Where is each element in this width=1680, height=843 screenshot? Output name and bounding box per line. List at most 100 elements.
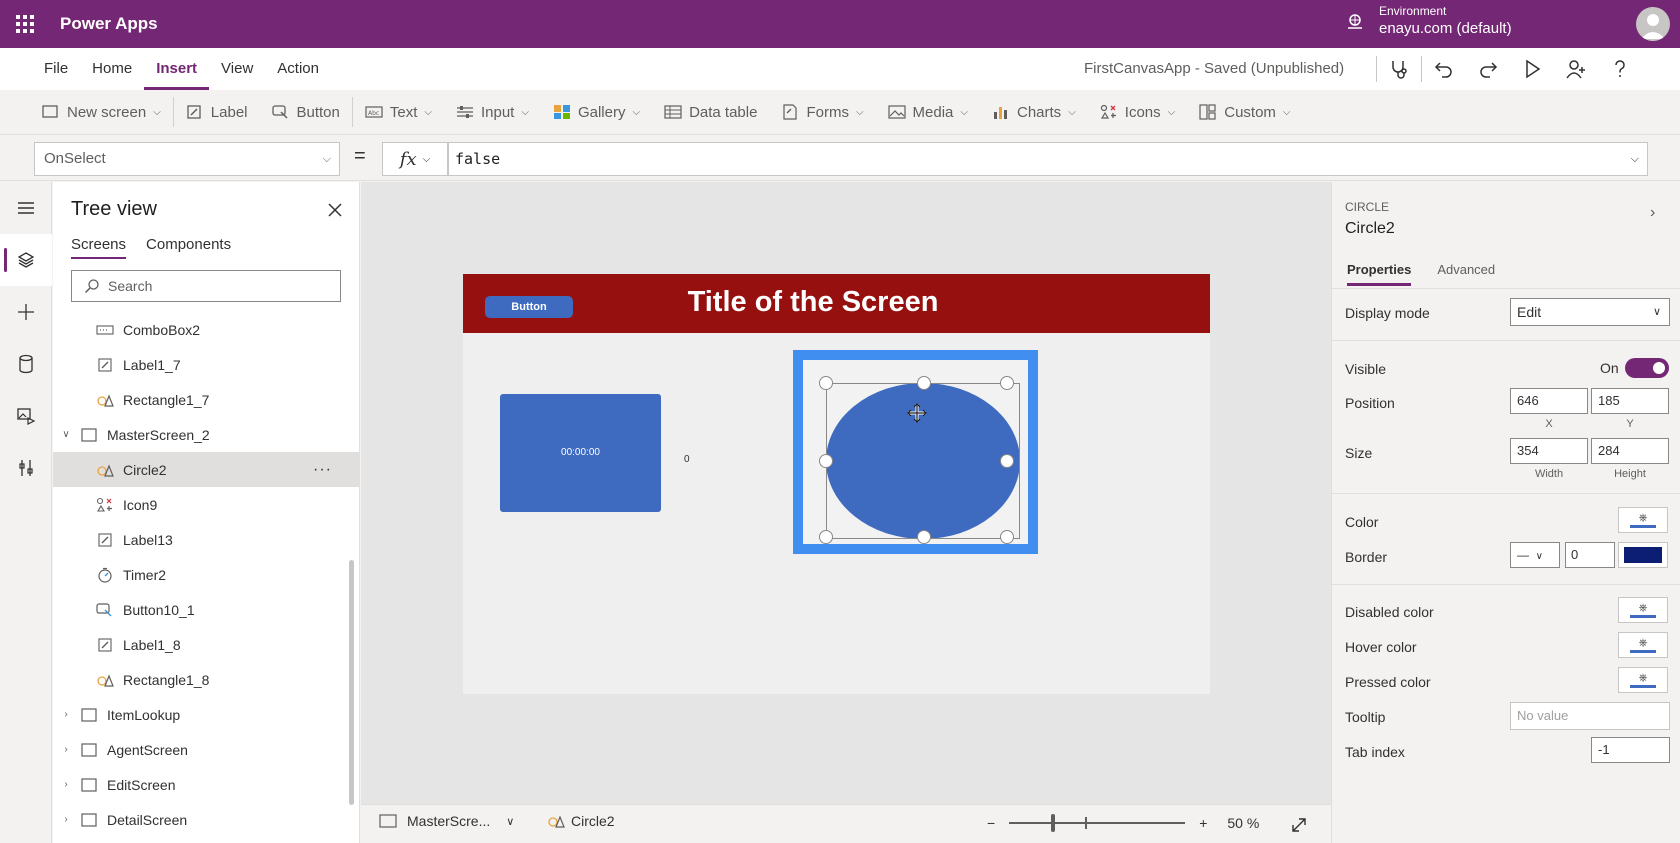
tree-item-editscreen[interactable]: › EditScreen — [53, 767, 359, 802]
button-button[interactable]: Button — [260, 90, 352, 135]
chevron-down-icon[interactable]: ∨ — [59, 429, 73, 440]
media-menu-button[interactable]: Media ⌵ — [876, 90, 980, 135]
data-table-button[interactable]: Data table — [652, 90, 769, 135]
hamburger-button[interactable] — [0, 182, 52, 234]
tab-index-input[interactable]: -1 — [1591, 737, 1670, 763]
data-button[interactable] — [0, 338, 52, 390]
resize-handle[interactable] — [917, 376, 931, 390]
tree-search-input[interactable]: Search — [71, 270, 341, 302]
label-button[interactable]: Label — [174, 90, 260, 135]
resize-handle[interactable] — [1000, 376, 1014, 390]
tree-item-detailscreen[interactable]: › DetailScreen — [53, 802, 359, 837]
selected-component[interactable]: Circle2 — [547, 813, 615, 829]
preview-button[interactable] — [1510, 48, 1554, 90]
screen-selector[interactable]: MasterScre... ∨ — [379, 813, 514, 829]
gallery-menu-button[interactable]: Gallery ⌵ — [541, 90, 652, 135]
undo-button[interactable] — [1422, 48, 1466, 90]
pressed-color-picker-button[interactable]: ⎈ — [1618, 667, 1668, 693]
icons-menu-button[interactable]: Icons ⌵ — [1088, 90, 1187, 135]
menu-file[interactable]: File — [32, 48, 80, 90]
tab-components[interactable]: Components — [146, 236, 231, 259]
tab-advanced[interactable]: Advanced — [1437, 262, 1495, 286]
tree-view-button[interactable] — [0, 234, 52, 286]
display-mode-dropdown[interactable]: Edit ∨ — [1510, 298, 1670, 326]
tree-item-circle2[interactable]: Circle2 ··· — [53, 452, 359, 487]
position-x-input[interactable]: 646 — [1510, 388, 1588, 414]
app-launcher-button[interactable] — [0, 0, 50, 48]
tree-item-timer2[interactable]: Timer2 — [53, 557, 359, 592]
fit-to-window-icon[interactable] — [1289, 815, 1309, 835]
tree-item-button10-1[interactable]: Button10_1 — [53, 592, 359, 627]
media-rail-button[interactable] — [0, 390, 52, 442]
custom-menu-button[interactable]: Custom ⌵ — [1187, 90, 1302, 135]
tree-item-combobox2[interactable]: ComboBox2 — [53, 312, 359, 347]
color-picker-button[interactable]: ⎈ — [1618, 507, 1668, 533]
chevron-right-icon[interactable]: › — [59, 779, 73, 790]
canvas-timer[interactable]: 00:00:00 — [500, 394, 661, 512]
tree-item-masterscreen-2[interactable]: ∨ MasterScreen_2 — [53, 417, 359, 452]
app-screen[interactable]: Button Title of the Screen 00:00:00 0 — [463, 274, 1210, 694]
redo-button[interactable] — [1466, 48, 1510, 90]
charts-menu-button[interactable]: Charts ⌵ — [980, 90, 1088, 135]
tooltip-input[interactable]: No value — [1510, 702, 1670, 730]
resize-handle[interactable] — [819, 454, 833, 468]
tree-item-label13[interactable]: Label13 — [53, 522, 359, 557]
app-checker-button[interactable] — [1377, 48, 1421, 90]
screen-header-rectangle[interactable]: Button Title of the Screen — [463, 274, 1210, 333]
canvas-button[interactable]: Button — [485, 296, 573, 318]
environment-picker[interactable]: Environment enayu.com (default) — [1345, 4, 1512, 37]
property-dropdown[interactable]: OnSelect ⌵ — [34, 142, 340, 176]
size-height-input[interactable]: 284 — [1591, 438, 1669, 464]
advanced-tools-button[interactable] — [0, 442, 52, 494]
share-button[interactable] — [1554, 48, 1598, 90]
design-canvas[interactable]: Button Title of the Screen 00:00:00 0 — [361, 182, 1331, 804]
zoom-slider-thumb[interactable] — [1051, 814, 1056, 832]
tree-item-label1-7[interactable]: Label1_7 — [53, 347, 359, 382]
menu-home[interactable]: Home — [80, 48, 144, 90]
forms-menu-button[interactable]: Forms ⌵ — [769, 90, 875, 135]
avatar[interactable] — [1636, 7, 1670, 41]
tree-item-agentscreen[interactable]: › AgentScreen — [53, 732, 359, 767]
position-y-input[interactable]: 185 — [1591, 388, 1669, 414]
help-button[interactable] — [1598, 48, 1642, 90]
tree-item-rectangle1-8[interactable]: Rectangle1_8 — [53, 662, 359, 697]
zoom-out-button[interactable]: − — [987, 815, 995, 831]
tree-item-itemlookup[interactable]: › ItemLookup — [53, 697, 359, 732]
tab-screens[interactable]: Screens — [71, 236, 127, 259]
menu-view[interactable]: View — [209, 48, 265, 90]
disabled-color-picker-button[interactable]: ⎈ — [1618, 597, 1668, 623]
formula-input[interactable]: false ⌵ — [448, 142, 1648, 176]
text-menu-button[interactable]: Abc Text ⌵ — [353, 90, 444, 135]
resize-handle[interactable] — [1000, 454, 1014, 468]
chevron-right-icon[interactable]: › — [59, 709, 73, 720]
border-width-input[interactable]: 0 — [1565, 542, 1615, 568]
insert-button[interactable] — [0, 286, 52, 338]
zoom-in-button[interactable]: + — [1199, 815, 1207, 831]
zoom-slider[interactable] — [1009, 814, 1186, 832]
close-icon[interactable] — [323, 198, 347, 222]
chevron-right-icon[interactable]: › — [59, 744, 73, 755]
more-options-icon[interactable]: ··· — [313, 461, 332, 479]
canvas-label13[interactable]: 0 — [684, 454, 690, 465]
selected-circle-frame[interactable] — [793, 350, 1038, 554]
tree-item-rectangle1-7[interactable]: Rectangle1_7 — [53, 382, 359, 417]
input-menu-button[interactable]: Input ⌵ — [444, 90, 541, 135]
control-name[interactable]: Circle2 — [1345, 220, 1395, 238]
chevron-right-icon[interactable]: › — [59, 814, 73, 825]
visible-toggle[interactable] — [1625, 358, 1669, 378]
border-color-picker[interactable] — [1618, 542, 1668, 568]
new-screen-button[interactable]: New screen ⌵ — [30, 90, 173, 135]
fx-button[interactable]: fx ⌵ — [382, 142, 448, 176]
hover-color-picker-button[interactable]: ⎈ — [1618, 632, 1668, 658]
tree-scrollbar[interactable] — [349, 560, 354, 805]
menu-action[interactable]: Action — [265, 48, 331, 90]
tree-item-icon9[interactable]: Icon9 — [53, 487, 359, 522]
resize-handle[interactable] — [819, 376, 833, 390]
tree-item-label1-8[interactable]: Label1_8 — [53, 627, 359, 662]
border-style-dropdown[interactable]: — ∨ — [1510, 542, 1560, 568]
chevron-right-icon[interactable]: › — [1650, 204, 1655, 222]
resize-handle[interactable] — [1000, 530, 1014, 544]
canvas-title-label[interactable]: Title of the Screen — [643, 286, 983, 319]
expand-formula-icon[interactable]: ⌵ — [1631, 143, 1639, 175]
size-width-input[interactable]: 354 — [1510, 438, 1588, 464]
